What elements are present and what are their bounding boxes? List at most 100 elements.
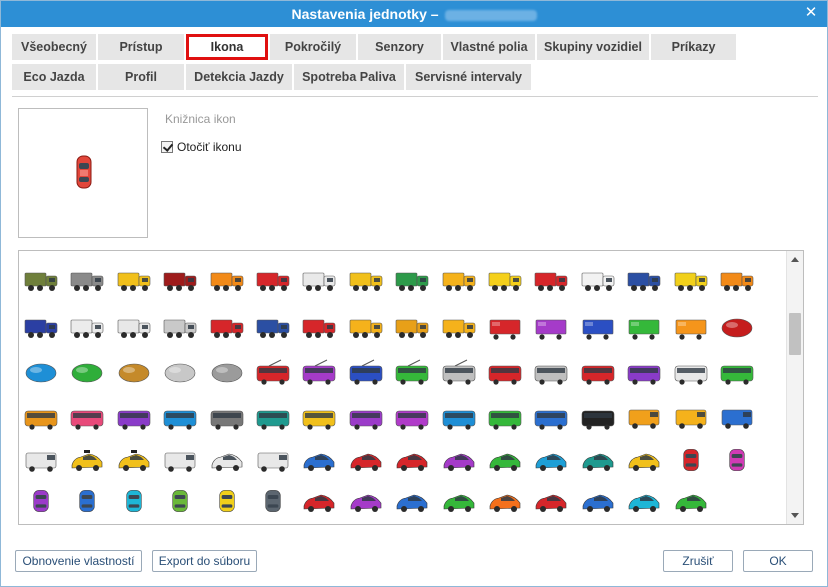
cancel-button[interactable]: Zrušiť: [663, 550, 733, 572]
car-teal-icon[interactable]: [580, 447, 616, 475]
tractor-blue-2-icon[interactable]: [255, 314, 291, 342]
sports-car-cyan-icon[interactable]: [626, 488, 662, 516]
bus-blue-2-icon[interactable]: [441, 404, 477, 432]
icon-library-link[interactable]: Knižnica ikon: [165, 112, 236, 126]
bus-green-2-icon[interactable]: [487, 404, 523, 432]
car-white-icon[interactable]: [209, 447, 245, 475]
tab-eco-jazda[interactable]: Eco Jazda: [12, 64, 96, 90]
export-to-file-button[interactable]: Export do súboru: [152, 550, 257, 572]
truck-yellow-icon[interactable]: [116, 267, 152, 295]
tab-vseobecny[interactable]: Všeobecný: [12, 34, 96, 60]
tab-prikazy[interactable]: Príkazy: [651, 34, 736, 60]
tank-blue-icon[interactable]: [23, 359, 59, 387]
dump-truck-yellow-2-icon[interactable]: [487, 267, 523, 295]
bus-purple-4-icon[interactable]: [394, 404, 430, 432]
scroll-down-arrow-icon[interactable]: [791, 513, 799, 518]
ok-button[interactable]: OK: [743, 550, 813, 572]
bus-green-icon[interactable]: [719, 359, 755, 387]
tab-pristup[interactable]: Prístup: [98, 34, 184, 60]
bus-purple-3-icon[interactable]: [348, 404, 384, 432]
trolleybus-red-icon[interactable]: [255, 359, 291, 387]
truck-white-red-icon[interactable]: [533, 267, 569, 295]
sports-car-blue-2-icon[interactable]: [580, 488, 616, 516]
tractor-white-red-icon[interactable]: [116, 314, 152, 342]
sports-car-green-2-icon[interactable]: [673, 488, 709, 516]
truck-green-icon[interactable]: [394, 267, 430, 295]
tab-spotreba-paliva[interactable]: Spotreba Paliva: [294, 64, 404, 90]
dump-truck-orange-2-icon[interactable]: [719, 267, 755, 295]
trolleybus-blue-icon[interactable]: [348, 359, 384, 387]
car-red-2-icon[interactable]: [394, 447, 430, 475]
car-top-pink-icon[interactable]: [725, 443, 749, 477]
car-top-gray-icon[interactable]: [261, 484, 285, 518]
bus-purple-icon[interactable]: [626, 359, 662, 387]
trailer-orange-icon[interactable]: [673, 314, 709, 342]
bus-white-icon[interactable]: [673, 359, 709, 387]
dump-truck-orange-icon[interactable]: [209, 267, 245, 295]
car-cyan-icon[interactable]: [533, 447, 569, 475]
car-top-green-icon[interactable]: [168, 484, 192, 518]
truck-red-2-icon[interactable]: [209, 314, 245, 342]
truck-6x6-gray-icon[interactable]: [69, 267, 105, 295]
car-top-yellow-icon[interactable]: [215, 484, 239, 518]
tab-senzory[interactable]: Senzory: [358, 34, 441, 60]
sports-car-blue-icon[interactable]: [394, 488, 430, 516]
bus-yellow-icon[interactable]: [301, 404, 337, 432]
car-top-red-icon[interactable]: [679, 443, 703, 477]
truck-white-yellow-icon[interactable]: [673, 267, 709, 295]
car-red-icon[interactable]: [348, 447, 384, 475]
reset-properties-button[interactable]: Obnovenie vlastností: [15, 550, 142, 572]
car-purple-icon[interactable]: [441, 447, 477, 475]
truck-white-icon[interactable]: [301, 267, 337, 295]
trolleybus-green-icon[interactable]: [394, 359, 430, 387]
tank-green-icon[interactable]: [69, 359, 105, 387]
van-yellow-icon[interactable]: [673, 404, 709, 432]
bus-orange-icon[interactable]: [23, 404, 59, 432]
dumper-yellow-icon[interactable]: [394, 314, 430, 342]
van-white-icon[interactable]: [23, 447, 59, 475]
truck-yellow-2-icon[interactable]: [348, 267, 384, 295]
taxi-yellow-2-icon[interactable]: [116, 447, 152, 475]
tab-ikona[interactable]: Ikona: [186, 34, 268, 60]
rotate-icon-option[interactable]: Otočiť ikonu: [161, 139, 242, 155]
tank-orange-icon[interactable]: [116, 359, 152, 387]
trailer-green-icon[interactable]: [626, 314, 662, 342]
trolleybus-silver-icon[interactable]: [441, 359, 477, 387]
trailer-red-icon[interactable]: [487, 314, 523, 342]
bus-blue-icon[interactable]: [162, 404, 198, 432]
tank-wagon-icon[interactable]: [209, 359, 245, 387]
tractor-white-icon[interactable]: [69, 314, 105, 342]
sports-car-red-icon[interactable]: [301, 488, 337, 516]
pickup-white-icon[interactable]: [162, 447, 198, 475]
car-blue-icon[interactable]: [301, 447, 337, 475]
bus-teal-icon[interactable]: [255, 404, 291, 432]
dump-truck-yellow-icon[interactable]: [441, 267, 477, 295]
tab-pokrocily[interactable]: Pokročilý: [270, 34, 356, 60]
bus-purple-2-icon[interactable]: [116, 404, 152, 432]
box-truck-white-icon[interactable]: [580, 267, 616, 295]
bus-silver-icon[interactable]: [533, 359, 569, 387]
truck-blue-icon[interactable]: [626, 267, 662, 295]
gallery-scrollbar[interactable]: [786, 251, 803, 524]
dumper-yellow-2-icon[interactable]: [441, 314, 477, 342]
car-top-blue-icon[interactable]: [75, 484, 99, 518]
tab-skupiny-vozidiel[interactable]: Skupiny vozidiel: [537, 34, 649, 60]
bus-red-icon[interactable]: [580, 359, 616, 387]
car-green-icon[interactable]: [487, 447, 523, 475]
truck-green-red-icon[interactable]: [162, 267, 198, 295]
tank-red-icon[interactable]: [719, 314, 755, 342]
trailer-purple-icon[interactable]: [533, 314, 569, 342]
box-van-white-icon[interactable]: [255, 447, 291, 475]
excavator-yellow-icon[interactable]: [348, 314, 384, 342]
tractor-blue-icon[interactable]: [23, 314, 59, 342]
van-orange-icon[interactable]: [626, 404, 662, 432]
tank-silver-icon[interactable]: [162, 359, 198, 387]
train-blue-icon[interactable]: [533, 404, 569, 432]
car-top-purple-icon[interactable]: [29, 484, 53, 518]
tab-detekcia-jazdy[interactable]: Detekcia Jazdy: [186, 64, 292, 90]
tractor-red-icon[interactable]: [301, 314, 337, 342]
sports-car-red-2-icon[interactable]: [533, 488, 569, 516]
tab-servisne-intervaly[interactable]: Servisné intervaly: [406, 64, 531, 90]
trailer-blue-icon[interactable]: [580, 314, 616, 342]
tram-red-icon[interactable]: [487, 359, 523, 387]
